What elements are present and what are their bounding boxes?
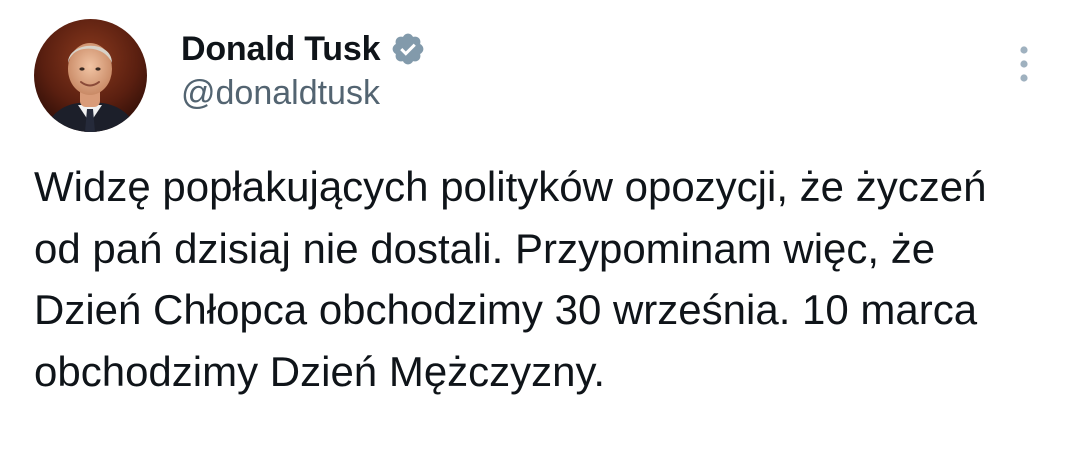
- author-block: Donald Tusk @donaldtusk: [181, 26, 426, 113]
- tweet-card: Donald Tusk @donaldtusk Widzę popłakując…: [0, 0, 1080, 466]
- user-handle[interactable]: @donaldtusk: [181, 74, 426, 113]
- more-vertical-icon: [1020, 46, 1028, 82]
- tweet-text: Widzę popłakujących polityków opozycji, …: [34, 163, 987, 395]
- avatar[interactable]: [34, 19, 147, 132]
- profile-photo: [34, 19, 147, 132]
- display-name[interactable]: Donald Tusk: [181, 30, 380, 69]
- more-options-button[interactable]: [1004, 40, 1044, 90]
- verified-badge-icon: [390, 31, 426, 67]
- name-row: Donald Tusk: [181, 26, 426, 72]
